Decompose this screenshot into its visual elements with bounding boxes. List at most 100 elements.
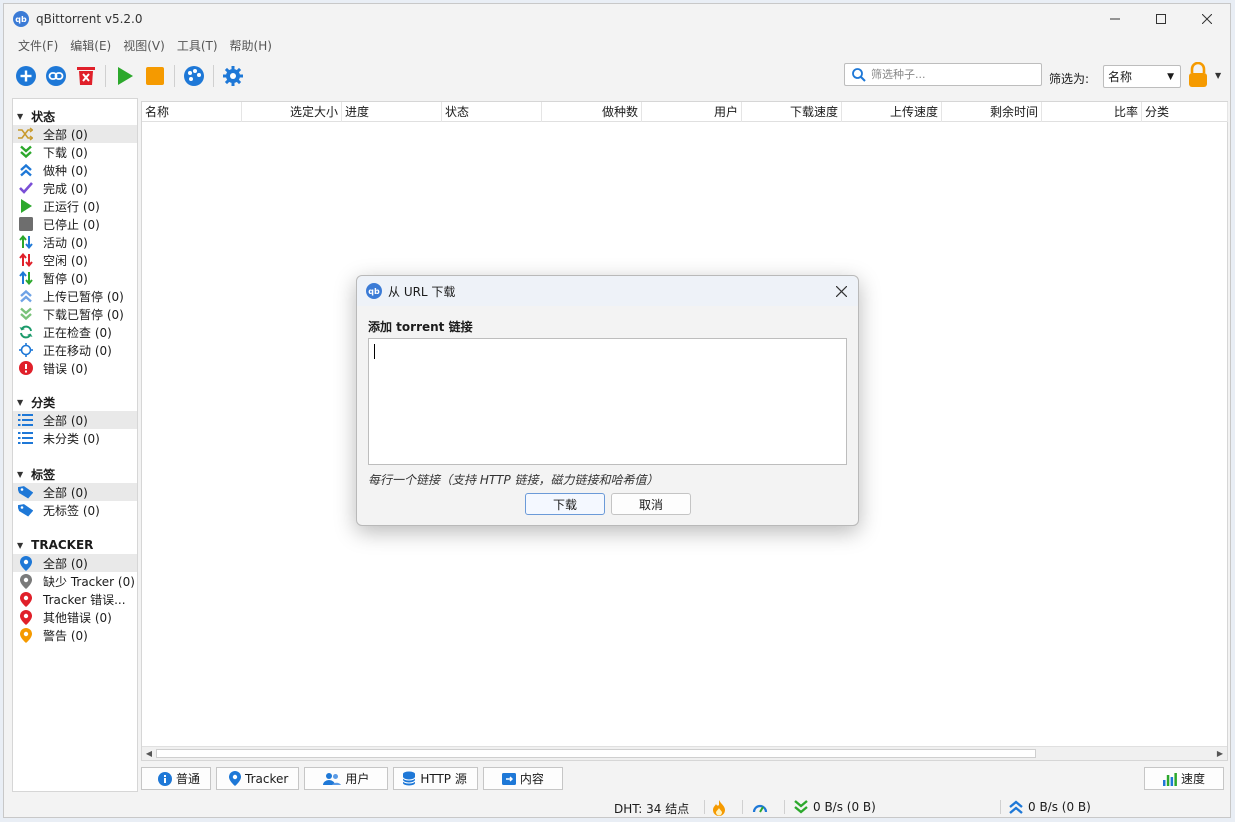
column-header-cell[interactable]: 比率 xyxy=(1042,102,1142,122)
collapse-triangle-icon[interactable]: ▼ xyxy=(17,112,23,121)
sidebar-item-label: 下载 (0) xyxy=(43,145,88,160)
collapse-triangle-icon[interactable]: ▼ xyxy=(17,398,23,407)
maximize-button[interactable] xyxy=(1138,4,1184,34)
download-button[interactable]: 下载 xyxy=(525,493,605,515)
sidebar-item-status[interactable]: 全部 (0) xyxy=(13,125,137,143)
menu-help[interactable]: 帮助(H) xyxy=(224,37,278,54)
sidebar-item-status[interactable]: 已停止 (0) xyxy=(13,215,137,233)
active-arrows-icon xyxy=(18,235,33,250)
dialog-title: 从 URL 下载 xyxy=(388,284,456,299)
column-header-cell[interactable]: 分类 xyxy=(1142,102,1228,122)
pin-red-icon xyxy=(18,591,33,607)
app-logo-icon: qb xyxy=(13,11,29,27)
sidebar-item-trackers[interactable]: Tracker 错误... xyxy=(13,590,137,608)
options-button[interactable] xyxy=(218,61,248,91)
horizontal-scrollbar[interactable]: ◀ ▶ xyxy=(142,746,1227,760)
cancel-button[interactable]: 取消 xyxy=(611,493,691,515)
filter-by-label: 筛选为: xyxy=(1049,72,1090,86)
column-header-cell[interactable]: 状态 xyxy=(442,102,542,122)
filter-by-value: 名称 xyxy=(1108,70,1133,84)
menu-view[interactable]: 视图(V) xyxy=(117,37,171,54)
list-icon xyxy=(18,431,33,446)
minimize-button[interactable] xyxy=(1092,4,1138,34)
column-header: 名称 选定大小 进度 状态 做种数 用户 下载速度 上传速度 剩余时间 比率 分类 xyxy=(142,102,1228,122)
sidebar-item-tags[interactable]: 全部 (0) xyxy=(13,483,137,501)
sidebar-item-status[interactable]: 错误 (0) xyxy=(13,359,137,377)
column-header-cell[interactable]: 选定大小 xyxy=(242,102,342,122)
tab-peers[interactable]: 用户 xyxy=(304,767,389,790)
collapse-triangle-icon[interactable]: ▼ xyxy=(17,470,23,479)
sidebar-item-status[interactable]: 上传已暂停 (0) xyxy=(13,287,137,305)
tab-http-sources[interactable]: HTTP 源 xyxy=(393,767,478,790)
sidebar-item-label: 全部 (0) xyxy=(43,127,88,142)
sidebar-header-categories[interactable]: ▼ 分类 xyxy=(13,393,137,411)
sidebar-header-tags[interactable]: ▼ 标签 xyxy=(13,465,137,483)
tab-general[interactable]: 普通 xyxy=(141,767,212,790)
scroll-right-icon[interactable]: ▶ xyxy=(1213,747,1227,760)
torrent-filter-input[interactable] xyxy=(871,68,1031,81)
sidebar-header-status[interactable]: ▼ 状态 xyxy=(13,107,137,125)
sidebar-item-trackers[interactable]: 其他错误 (0) xyxy=(13,608,137,626)
lock-ui-button[interactable]: ▼ xyxy=(1187,62,1221,88)
add-torrent-button[interactable] xyxy=(11,61,41,91)
connection-status-button[interactable] xyxy=(712,800,726,816)
column-header-cell[interactable]: 剩余时间 xyxy=(942,102,1042,122)
toolbar-separator xyxy=(105,65,106,87)
close-window-button[interactable] xyxy=(1184,4,1230,34)
menu-file[interactable]: 文件(F) xyxy=(12,37,64,54)
close-icon xyxy=(1202,14,1212,24)
torrent-filter-box[interactable] xyxy=(844,63,1042,86)
scrollbar-thumb[interactable] xyxy=(156,749,1036,758)
sidebar-item-status[interactable]: 做种 (0) xyxy=(13,161,137,179)
menu-tools[interactable]: 工具(T) xyxy=(171,37,224,54)
delete-torrent-button[interactable] xyxy=(71,61,101,91)
sidebar-item-categories[interactable]: 未分类 (0) xyxy=(13,429,137,447)
sidebar-item-status[interactable]: 暂停 (0) xyxy=(13,269,137,287)
sidebar-section-status: ▼ 状态全部 (0) 下载 (0) 做种 (0) 完成 (0) 正运行 (0) 已停止 (0… xyxy=(13,107,137,377)
sidebar-item-trackers[interactable]: 警告 (0) xyxy=(13,626,137,644)
download-speed-status[interactable]: 0 B/s (0 B) xyxy=(794,800,876,814)
column-header-cell[interactable]: 名称 xyxy=(142,102,242,122)
tab-content[interactable]: 内容 xyxy=(482,767,563,790)
column-header-cell[interactable]: 上传速度 xyxy=(842,102,942,122)
remote-control-button[interactable] xyxy=(179,61,209,91)
sidebar-item-status[interactable]: 正运行 (0) xyxy=(13,197,137,215)
sidebar-header-label: 状态 xyxy=(31,109,56,124)
resume-button[interactable] xyxy=(110,61,140,91)
sidebar-item-status[interactable]: 空闲 (0) xyxy=(13,251,137,269)
stop-button[interactable] xyxy=(140,61,170,91)
upload-speed-status[interactable]: 0 B/s (0 B) xyxy=(1009,800,1091,814)
sidebar-item-trackers[interactable]: 全部 (0) xyxy=(13,554,137,572)
filter-by-select[interactable]: 名称 ▼ xyxy=(1103,65,1181,88)
tab-trackers[interactable]: Tracker xyxy=(216,767,300,790)
column-header-cell[interactable]: 用户 xyxy=(642,102,742,122)
dht-nodes: DHT: 34 结点 xyxy=(614,802,690,816)
tab-speed[interactable]: 速度 xyxy=(1144,767,1224,790)
sidebar-header-trackers[interactable]: ▼ TRACKER xyxy=(13,536,137,554)
column-header-cell[interactable]: 做种数 xyxy=(542,102,642,122)
sidebar-item-label: 其他错误 (0) xyxy=(43,610,112,625)
sidebar-item-status[interactable]: 正在移动 (0) xyxy=(13,341,137,359)
collapse-triangle-icon[interactable]: ▼ xyxy=(17,541,23,550)
url-links-textarea[interactable] xyxy=(368,338,847,465)
sidebar-item-label: 全部 (0) xyxy=(43,413,88,428)
users-icon xyxy=(323,772,342,786)
sidebar-item-status[interactable]: 下载 (0) xyxy=(13,143,137,161)
sidebar-item-status[interactable]: 完成 (0) xyxy=(13,179,137,197)
sidebar-item-trackers[interactable]: 缺少 Tracker (0) xyxy=(13,572,137,590)
sidebar-item-status[interactable]: 下载已暂停 (0) xyxy=(13,305,137,323)
column-header-cell[interactable]: 进度 xyxy=(342,102,442,122)
menu-edit[interactable]: 编辑(E) xyxy=(64,37,117,54)
sidebar-item-tags[interactable]: 无标签 (0) xyxy=(13,501,137,519)
sidebar-item-status[interactable]: 活动 (0) xyxy=(13,233,137,251)
column-header-cell[interactable]: 下载速度 xyxy=(742,102,842,122)
lock-dropdown-arrow-icon[interactable]: ▼ xyxy=(1215,71,1221,80)
sidebar-item-status[interactable]: 正在检查 (0) xyxy=(13,323,137,341)
add-link-button[interactable] xyxy=(41,61,71,91)
sidebar-item-categories[interactable]: 全部 (0) xyxy=(13,411,137,429)
bar-chart-icon xyxy=(1162,772,1177,786)
scroll-left-icon[interactable]: ◀ xyxy=(142,747,156,760)
add-torrent-links-label: 添加 torrent 链接 xyxy=(368,320,473,334)
alt-speed-button[interactable] xyxy=(752,800,768,816)
dialog-close-button[interactable] xyxy=(832,282,850,300)
